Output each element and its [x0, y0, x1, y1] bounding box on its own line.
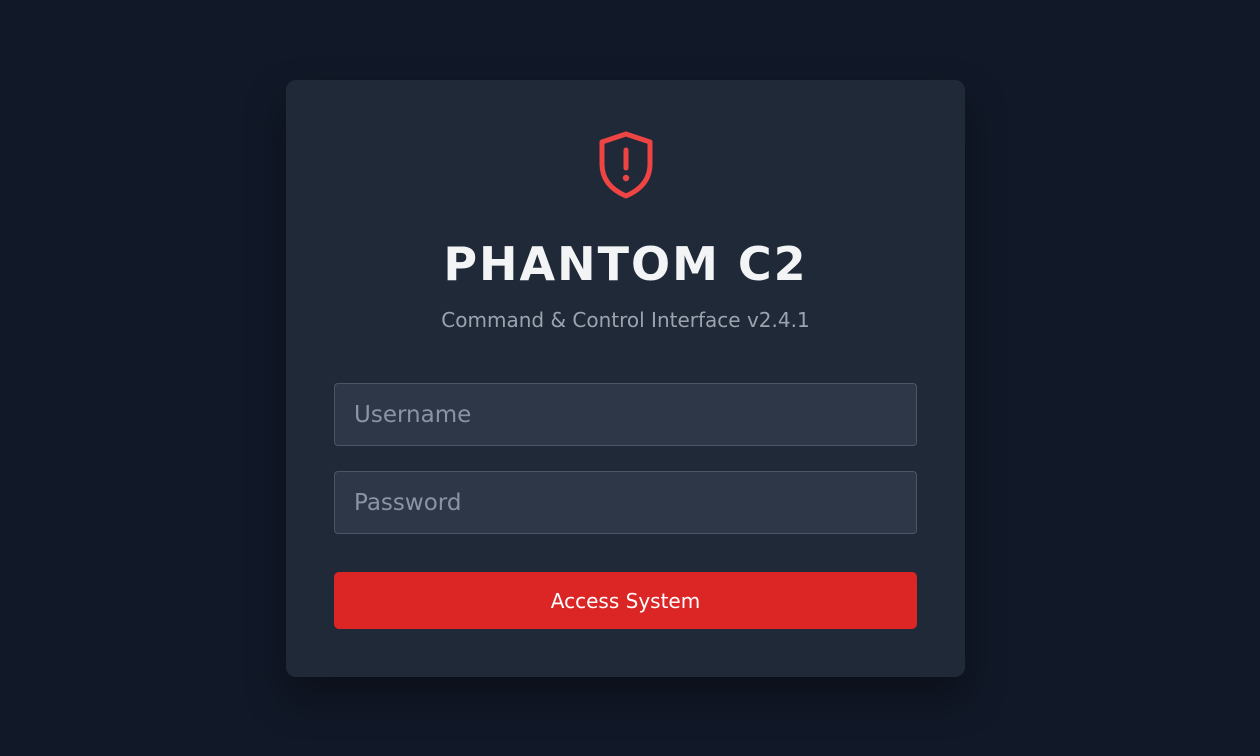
password-input[interactable]: [334, 471, 917, 534]
login-card: PHANTOM C2 Command & Control Interface v…: [286, 80, 965, 677]
app-title: PHANTOM C2: [443, 237, 808, 291]
access-system-button[interactable]: Access System: [334, 572, 917, 629]
shield-alert-icon: [596, 130, 656, 200]
username-input[interactable]: [334, 383, 917, 446]
app-subtitle: Command & Control Interface v2.4.1: [441, 308, 810, 332]
